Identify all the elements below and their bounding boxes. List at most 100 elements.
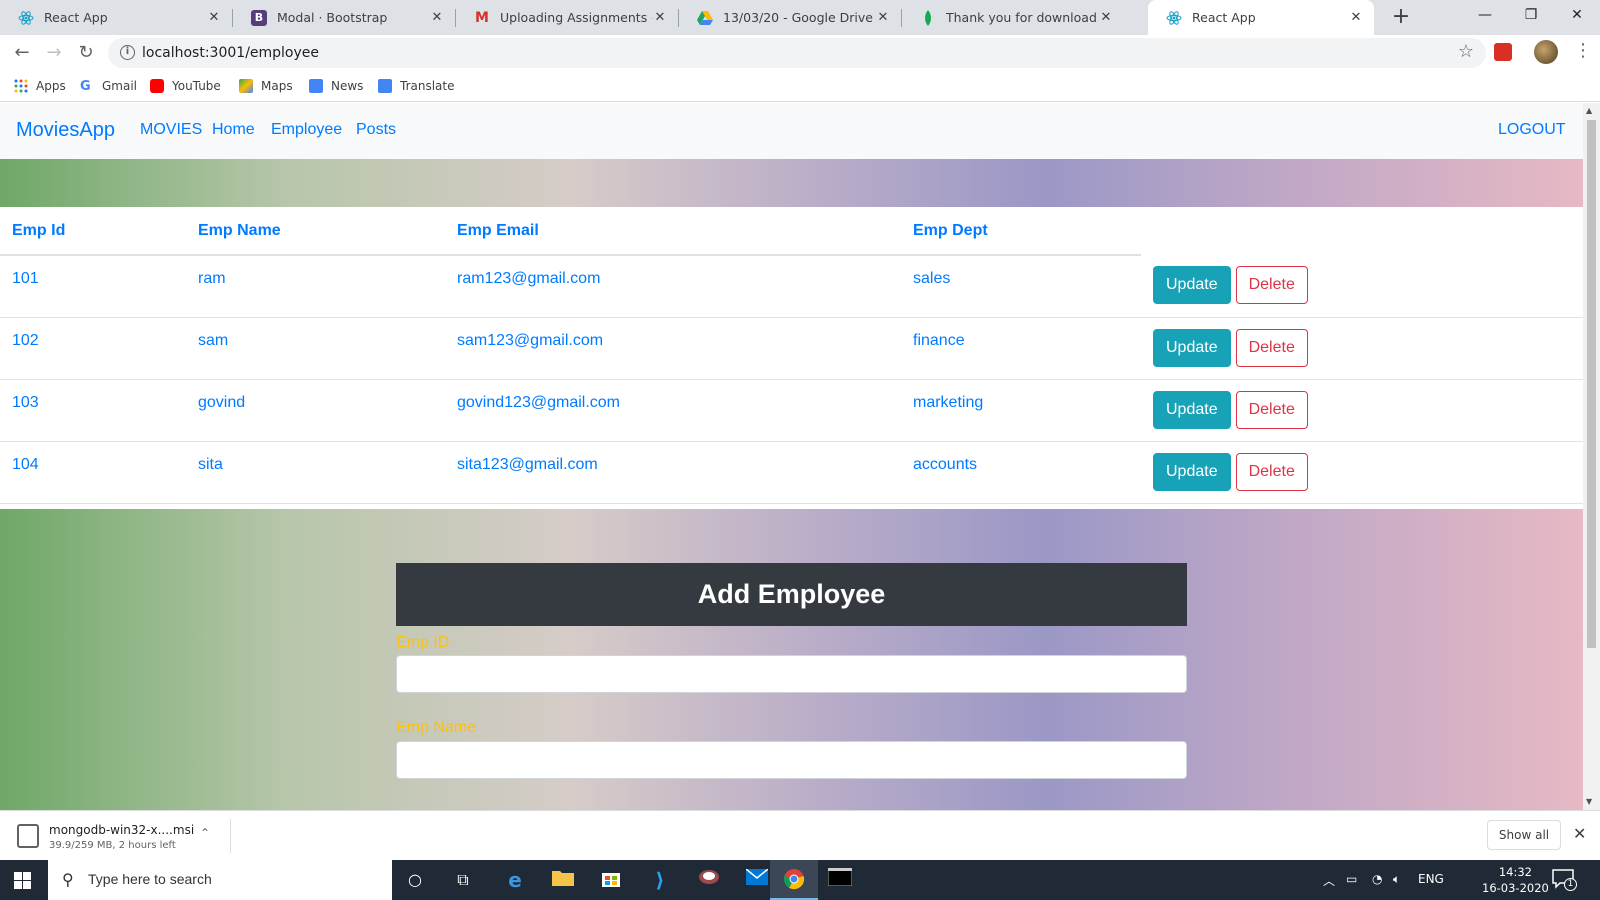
- close-tab-icon[interactable]: ✕: [1098, 10, 1114, 25]
- windows-taskbar: ⚲ Type here to search ○ ⧉ e ⟩ ︿ ▭ ◔ 🔈︎ E…: [0, 860, 1600, 900]
- edge-icon[interactable]: e: [503, 868, 527, 892]
- site-info-icon[interactable]: i: [120, 45, 135, 60]
- bookmarks-bar: Apps G Gmail YouTube Maps News Translate: [0, 71, 1600, 102]
- bookmark-star-icon[interactable]: ☆: [1458, 41, 1474, 62]
- notification-center-icon[interactable]: 1: [1552, 869, 1582, 891]
- volume-icon[interactable]: 🔈︎: [1393, 872, 1400, 887]
- cell-actions: Update Delete: [1141, 441, 1583, 504]
- bookmark-news[interactable]: News: [309, 76, 363, 96]
- update-button[interactable]: Update: [1153, 266, 1231, 304]
- add-employee-section: Add Employee Emp ID Emp Name: [0, 509, 1583, 810]
- extension-icon[interactable]: [1494, 43, 1512, 61]
- emp-id-input[interactable]: [396, 655, 1187, 693]
- nav-home[interactable]: Home: [212, 121, 255, 139]
- tab-title: Uploading Assignments - hynd: [500, 10, 652, 25]
- bookmark-translate[interactable]: Translate: [378, 76, 455, 96]
- language-indicator[interactable]: ENG: [1418, 872, 1444, 886]
- address-bar[interactable]: i localhost:3001/employee ☆: [108, 38, 1486, 68]
- file-explorer-icon[interactable]: [551, 868, 575, 892]
- minimize-icon[interactable]: —: [1462, 0, 1508, 30]
- delete-button[interactable]: Delete: [1235, 328, 1308, 367]
- delete-button[interactable]: Delete: [1235, 266, 1308, 304]
- terminal-icon[interactable]: [827, 867, 853, 892]
- nav-posts[interactable]: Posts: [356, 121, 396, 139]
- scroll-down-icon[interactable]: ▼: [1586, 797, 1592, 806]
- wifi-icon[interactable]: ◔: [1372, 872, 1382, 886]
- app-navbar: MoviesApp MOVIES Home Employee Posts LOG…: [0, 103, 1583, 159]
- store-icon[interactable]: [599, 868, 623, 892]
- battery-icon[interactable]: ▭: [1346, 872, 1357, 886]
- tab-title: React App: [44, 10, 108, 25]
- vscode-icon[interactable]: ⟩: [648, 868, 672, 892]
- browser-tab-active[interactable]: React App ✕: [1148, 0, 1374, 35]
- app-brand[interactable]: MoviesApp: [16, 119, 115, 142]
- snipping-tool-icon[interactable]: [697, 868, 721, 892]
- close-tab-icon[interactable]: ✕: [875, 10, 891, 25]
- forward-icon[interactable]: →: [42, 41, 66, 65]
- browser-tab[interactable]: React App ✕: [0, 0, 232, 35]
- profile-avatar[interactable]: [1534, 40, 1558, 64]
- tab-title: React App: [1192, 10, 1256, 25]
- mail-icon[interactable]: [745, 868, 769, 892]
- tab-title: Modal · Bootstrap: [277, 10, 388, 25]
- download-filename[interactable]: mongodb-win32-x....msi: [49, 823, 194, 837]
- url-text[interactable]: localhost:3001/employee: [142, 45, 319, 61]
- restore-icon[interactable]: ❐: [1508, 0, 1554, 30]
- google-icon: G: [80, 79, 91, 94]
- page-scrollbar[interactable]: ▲ ▼: [1583, 103, 1600, 810]
- cell-emp-id: 101: [0, 255, 186, 318]
- browser-menu-icon[interactable]: ⋮: [1574, 40, 1592, 61]
- update-button[interactable]: Update: [1153, 390, 1231, 429]
- close-shelf-icon[interactable]: ✕: [1573, 824, 1586, 843]
- close-tab-icon[interactable]: ✕: [206, 10, 222, 25]
- scroll-up-icon[interactable]: ▲: [1586, 106, 1592, 115]
- installer-file-icon: [17, 824, 39, 848]
- browser-tab[interactable]: Thank you for downloading Mc ✕: [902, 0, 1124, 35]
- windows-start-icon[interactable]: [14, 872, 31, 889]
- bookmark-apps[interactable]: Apps: [14, 76, 66, 96]
- bookmark-label: News: [331, 79, 364, 93]
- emp-name-input[interactable]: [396, 741, 1187, 779]
- taskbar-search-box[interactable]: ⚲ Type here to search: [48, 860, 392, 900]
- browser-tab[interactable]: 13/03/20 - Google Drive ✕: [679, 0, 901, 35]
- reload-icon[interactable]: ↻: [74, 41, 98, 65]
- delete-button[interactable]: Delete: [1235, 452, 1308, 491]
- delete-button[interactable]: Delete: [1235, 390, 1308, 429]
- header-emp-name: Emp Name: [186, 207, 445, 256]
- nav-employee[interactable]: Employee: [271, 121, 342, 139]
- bookmark-gmail[interactable]: G Gmail: [80, 76, 137, 96]
- table-row: 103 govind govind123@gmail.com marketing…: [0, 379, 1583, 442]
- update-button[interactable]: Update: [1153, 328, 1231, 367]
- close-tab-icon[interactable]: ✕: [429, 10, 445, 25]
- close-tab-icon[interactable]: ✕: [1348, 10, 1364, 25]
- browser-tab[interactable]: M Uploading Assignments - hynd ✕: [456, 0, 678, 35]
- task-view-icon[interactable]: ⧉: [451, 868, 475, 892]
- show-all-button[interactable]: Show all: [1487, 820, 1561, 850]
- table-row: 104 sita sita123@gmail.com accounts Upda…: [0, 441, 1583, 504]
- back-icon[interactable]: ←: [10, 41, 34, 65]
- bookmark-maps[interactable]: Maps: [239, 76, 293, 96]
- bookmark-label: Maps: [261, 79, 293, 93]
- new-tab-button[interactable]: +: [1388, 5, 1414, 31]
- cortana-icon[interactable]: ○: [403, 868, 427, 892]
- logout-link[interactable]: LOGOUT: [1498, 121, 1566, 139]
- tab-title: Thank you for downloading Mc: [946, 10, 1098, 25]
- browser-tab[interactable]: B Modal · Bootstrap ✕: [233, 0, 455, 35]
- taskbar-clock[interactable]: 14:32 16-03-2020: [1482, 864, 1549, 896]
- update-button[interactable]: Update: [1153, 452, 1231, 491]
- close-window-icon[interactable]: ✕: [1554, 0, 1600, 30]
- cell-emp-dept: accounts: [901, 441, 1141, 504]
- react-icon: [18, 10, 34, 26]
- scrollbar-thumb[interactable]: [1587, 120, 1596, 648]
- close-tab-icon[interactable]: ✕: [652, 10, 668, 25]
- bookmark-label: Apps: [36, 79, 66, 93]
- chrome-icon[interactable]: [782, 868, 806, 892]
- show-hidden-icons-icon[interactable]: ︿: [1323, 872, 1335, 889]
- header-emp-id: Emp Id: [0, 207, 186, 256]
- bookmark-youtube[interactable]: YouTube: [150, 76, 221, 96]
- nav-movies[interactable]: MOVIES: [140, 121, 202, 139]
- chevron-up-icon[interactable]: ⌃: [200, 826, 210, 840]
- cell-actions: Update Delete: [1141, 379, 1583, 442]
- cell-emp-name: govind: [186, 379, 445, 442]
- header-actions: [1141, 207, 1583, 255]
